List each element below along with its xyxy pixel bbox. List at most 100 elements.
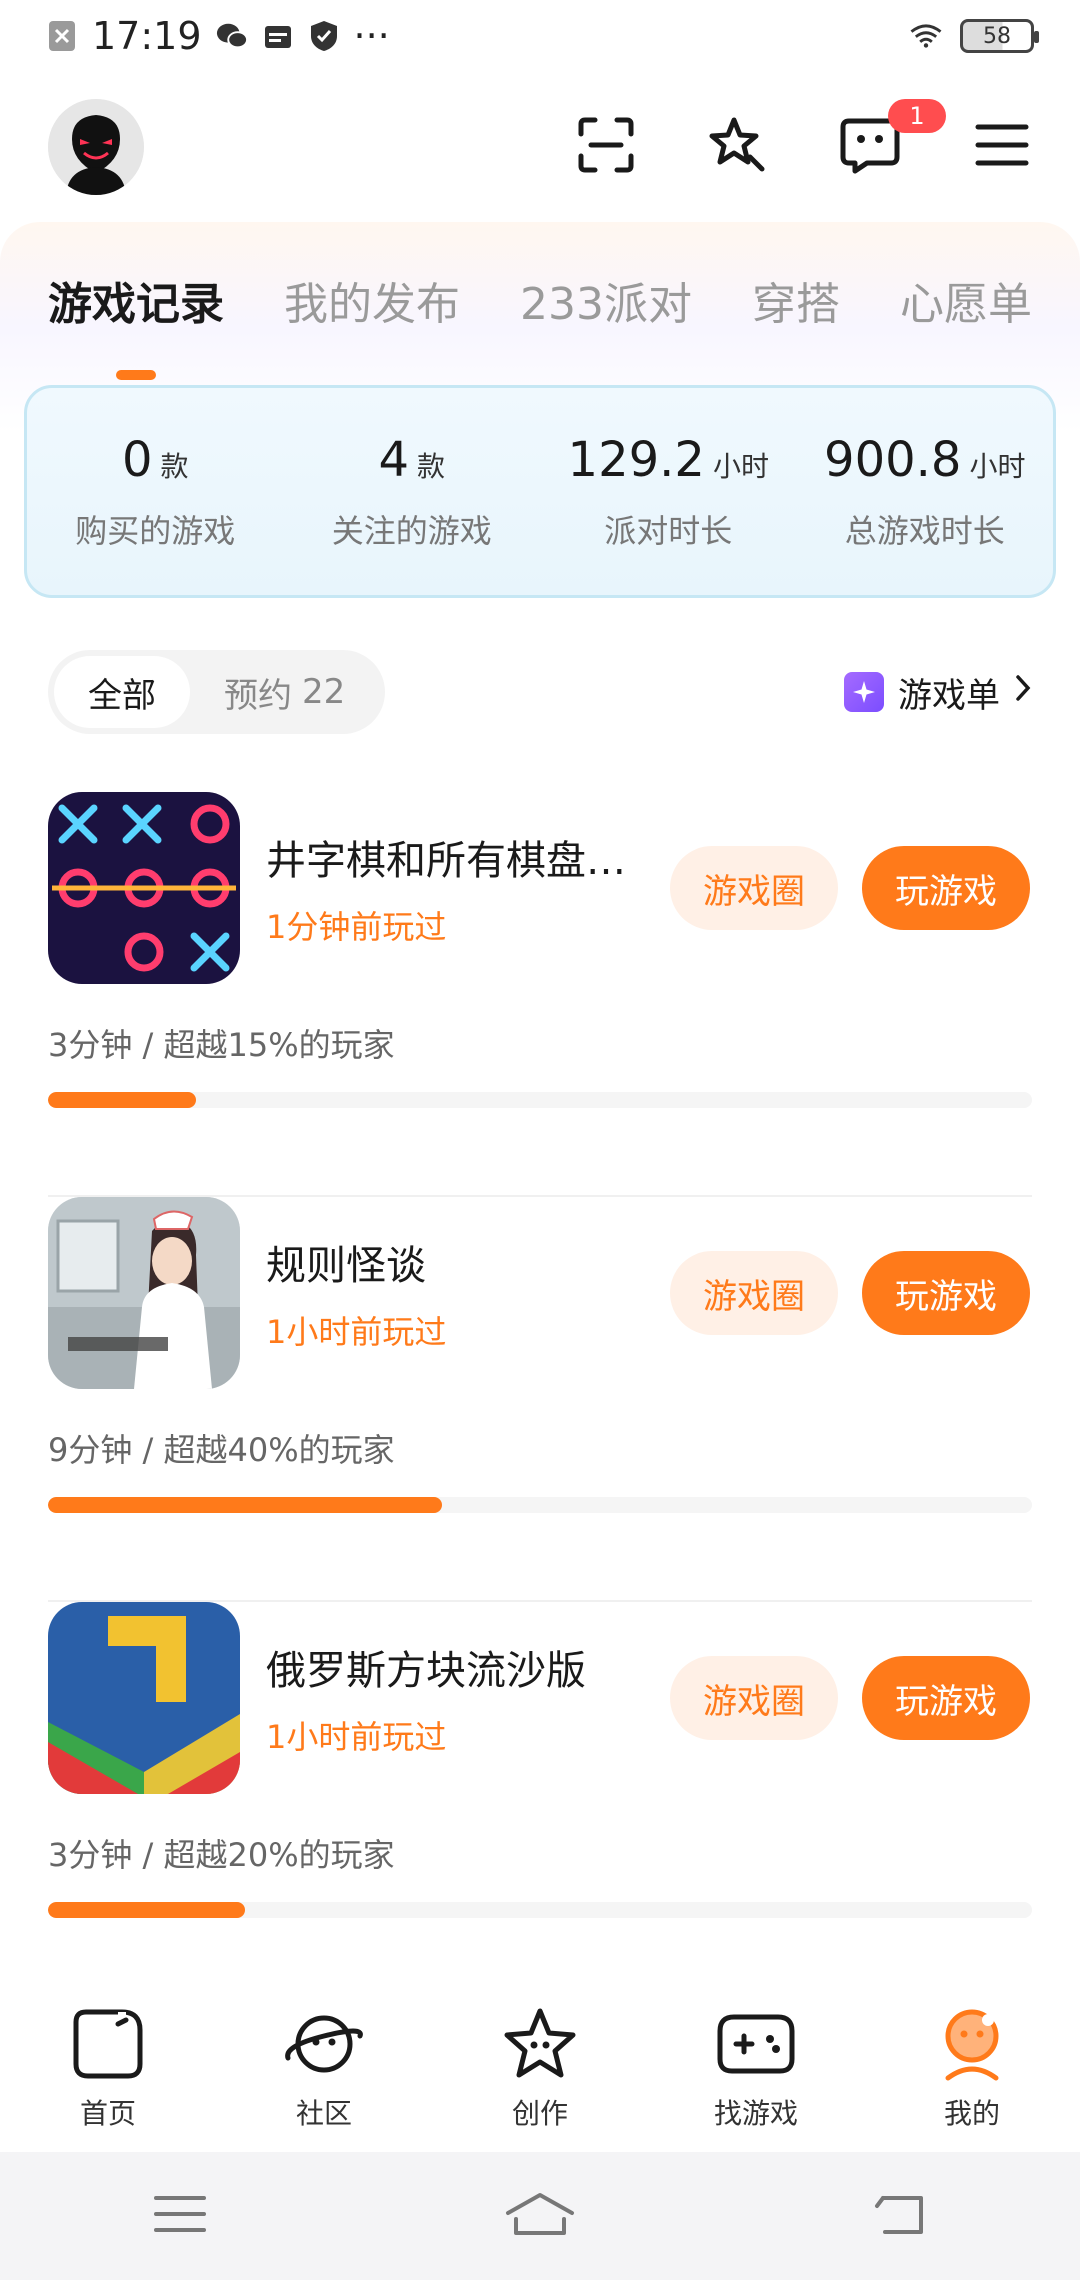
- rules-horror-game-icon[interactable]: [48, 1197, 240, 1389]
- profile-icon: [930, 2002, 1014, 2086]
- game-list: 井字棋和所有棋盘… 1分钟前玩过 游戏圈 玩游戏 3分钟 / 超越15%的玩家: [48, 792, 1032, 1982]
- home-icon: [66, 2002, 150, 2086]
- game-item: 井字棋和所有棋盘… 1分钟前玩过 游戏圈 玩游戏 3分钟 / 超越15%的玩家: [48, 792, 1032, 1197]
- stat-label: 购买的游戏: [75, 511, 236, 550]
- scan-button[interactable]: [576, 117, 636, 177]
- play-progress-fill: [48, 1902, 245, 1918]
- wifi-icon: [910, 20, 942, 52]
- tab-label: 游戏记录: [48, 279, 224, 330]
- active-tab-indicator: [116, 370, 156, 380]
- profile-tabs: 游戏记录 我的发布 233派对 穿搭 心愿单: [0, 262, 1080, 380]
- game-circle-button[interactable]: 游戏圈: [670, 1656, 838, 1740]
- play-progress-track: [48, 1092, 1032, 1108]
- gamepad-icon: [714, 2002, 798, 2086]
- system-back-button[interactable]: [860, 2176, 940, 2256]
- nav-label: 我的: [943, 2097, 1000, 2130]
- star-search-icon: [708, 115, 768, 179]
- message-badge: 1: [888, 99, 946, 133]
- game-play-stat: 3分钟 / 超越20%的玩家: [48, 1836, 395, 1874]
- stat-label: 总游戏时长: [844, 511, 1005, 550]
- system-menu-button[interactable]: [140, 2176, 220, 2256]
- system-home-button[interactable]: [500, 2176, 580, 2256]
- play-game-button[interactable]: 玩游戏: [862, 846, 1030, 930]
- header: 1: [0, 72, 1080, 222]
- tab-wishlist[interactable]: 心愿单: [900, 262, 1032, 332]
- game-last-played: 1分钟前玩过: [266, 908, 447, 946]
- game-info: 俄罗斯方块流沙版 1小时前玩过: [266, 1638, 656, 1758]
- game-last-played: 1小时前玩过: [266, 1718, 447, 1756]
- play-game-button[interactable]: 玩游戏: [862, 1251, 1030, 1335]
- game-play-stat: 9分钟 / 超越40%的玩家: [48, 1431, 395, 1469]
- star-icon: [498, 2002, 582, 2086]
- stats-card: 0 款 购买的游戏 4 款 关注的游戏 129.2 小时 派对时长 900.8 …: [24, 385, 1056, 598]
- chevron-right-icon: [1014, 672, 1032, 712]
- shield-icon: [308, 20, 340, 52]
- tab-my-posts[interactable]: 我的发布: [284, 262, 460, 332]
- tab-label: 穿搭: [751, 279, 840, 330]
- game-name[interactable]: 规则怪谈: [266, 1233, 656, 1291]
- header-actions: 1: [576, 99, 1032, 177]
- stat-value: 0: [121, 431, 153, 488]
- game-play-stat: 3分钟 / 超越15%的玩家: [48, 1026, 395, 1064]
- play-progress-track: [48, 1902, 1032, 1918]
- stat-value: 129.2: [567, 431, 705, 488]
- playlist-label: 游戏单: [898, 675, 1000, 716]
- tab-label: 心愿单: [899, 279, 1032, 330]
- filter-reserved[interactable]: 预约 22: [190, 656, 379, 728]
- nav-create[interactable]: 创作: [460, 2002, 620, 2132]
- tab-label: 我的发布: [284, 279, 460, 330]
- nav-community[interactable]: 社区: [244, 2002, 404, 2132]
- nav-find-games[interactable]: 找游戏: [676, 2002, 836, 2132]
- filter-all[interactable]: 全部: [54, 656, 190, 728]
- game-row: 井字棋和所有棋盘… 1分钟前玩过 游戏圈 玩游戏: [48, 792, 1032, 984]
- stat-value-row: 129.2 小时: [568, 432, 769, 488]
- stat-purchased-games[interactable]: 0 款 购买的游戏: [27, 388, 284, 595]
- game-row: 规则怪谈 1小时前玩过 游戏圈 玩游戏: [48, 1197, 1032, 1389]
- tab-outfit[interactable]: 穿搭: [752, 262, 840, 332]
- stat-party-time[interactable]: 129.2 小时 派对时长: [540, 388, 797, 595]
- tab-label: 233派对: [520, 279, 692, 330]
- stat-label: 关注的游戏: [331, 511, 492, 550]
- notification-close-icon: [46, 20, 78, 52]
- stat-value: 4: [378, 431, 410, 488]
- stat-label: 派对时长: [604, 511, 733, 550]
- stat-value-row: 4 款: [378, 432, 445, 488]
- calendar-icon: [262, 20, 294, 52]
- stat-value-row: 0 款: [122, 432, 189, 488]
- game-name[interactable]: 井字棋和所有棋盘…: [266, 828, 656, 886]
- bottom-nav: 首页 社区 创作 找游戏 我的: [0, 1982, 1080, 2152]
- stat-followed-games[interactable]: 4 款 关注的游戏: [284, 388, 541, 595]
- game-item: 规则怪谈 1小时前玩过 游戏圈 玩游戏 9分钟 / 超越40%的玩家: [48, 1197, 1032, 1602]
- stat-total-play-time[interactable]: 900.8 小时 总游戏时长: [797, 388, 1054, 595]
- stat-unit: 小时: [969, 449, 1026, 483]
- game-circle-button[interactable]: 游戏圈: [670, 1251, 838, 1335]
- game-circle-button[interactable]: 游戏圈: [670, 846, 838, 930]
- status-left: 17:19 ···: [46, 14, 390, 58]
- game-last-played: 1小时前玩过: [266, 1313, 447, 1351]
- content-panel: 游戏记录 我的发布 233派对 穿搭 心愿单 0 款 购买的游戏 4 款 关注的…: [0, 222, 1080, 1982]
- filter-all-label: 全部: [88, 675, 156, 716]
- game-row: 俄罗斯方块流沙版 1小时前玩过 游戏圈 玩游戏: [48, 1602, 1032, 1794]
- play-game-button[interactable]: 玩游戏: [862, 1656, 1030, 1740]
- nav-home[interactable]: 首页: [28, 2002, 188, 2132]
- stat-unit: 款: [417, 449, 446, 483]
- tab-game-records[interactable]: 游戏记录: [48, 262, 224, 380]
- game-info: 井字棋和所有棋盘… 1分钟前玩过: [266, 828, 656, 948]
- tic-tac-toe-game-icon[interactable]: [48, 792, 240, 984]
- stat-value: 900.8: [824, 431, 962, 488]
- avatar[interactable]: [48, 99, 144, 195]
- tetris-sand-game-icon[interactable]: [48, 1602, 240, 1794]
- game-playlist-link[interactable]: 游戏单: [844, 668, 1032, 717]
- tab-233-party[interactable]: 233派对: [520, 262, 692, 332]
- favorites-button[interactable]: [708, 117, 768, 177]
- hamburger-icon: [153, 2194, 207, 2238]
- menu-icon: [974, 122, 1030, 172]
- status-time: 17:19: [92, 14, 202, 58]
- nav-profile[interactable]: 我的: [892, 2002, 1052, 2132]
- stat-unit: 小时: [712, 449, 769, 483]
- scan-icon: [577, 116, 635, 178]
- menu-button[interactable]: [972, 117, 1032, 177]
- game-name[interactable]: 俄罗斯方块流沙版: [266, 1638, 656, 1696]
- stat-value-row: 900.8 小时: [824, 432, 1025, 488]
- messages-button[interactable]: 1: [840, 99, 946, 177]
